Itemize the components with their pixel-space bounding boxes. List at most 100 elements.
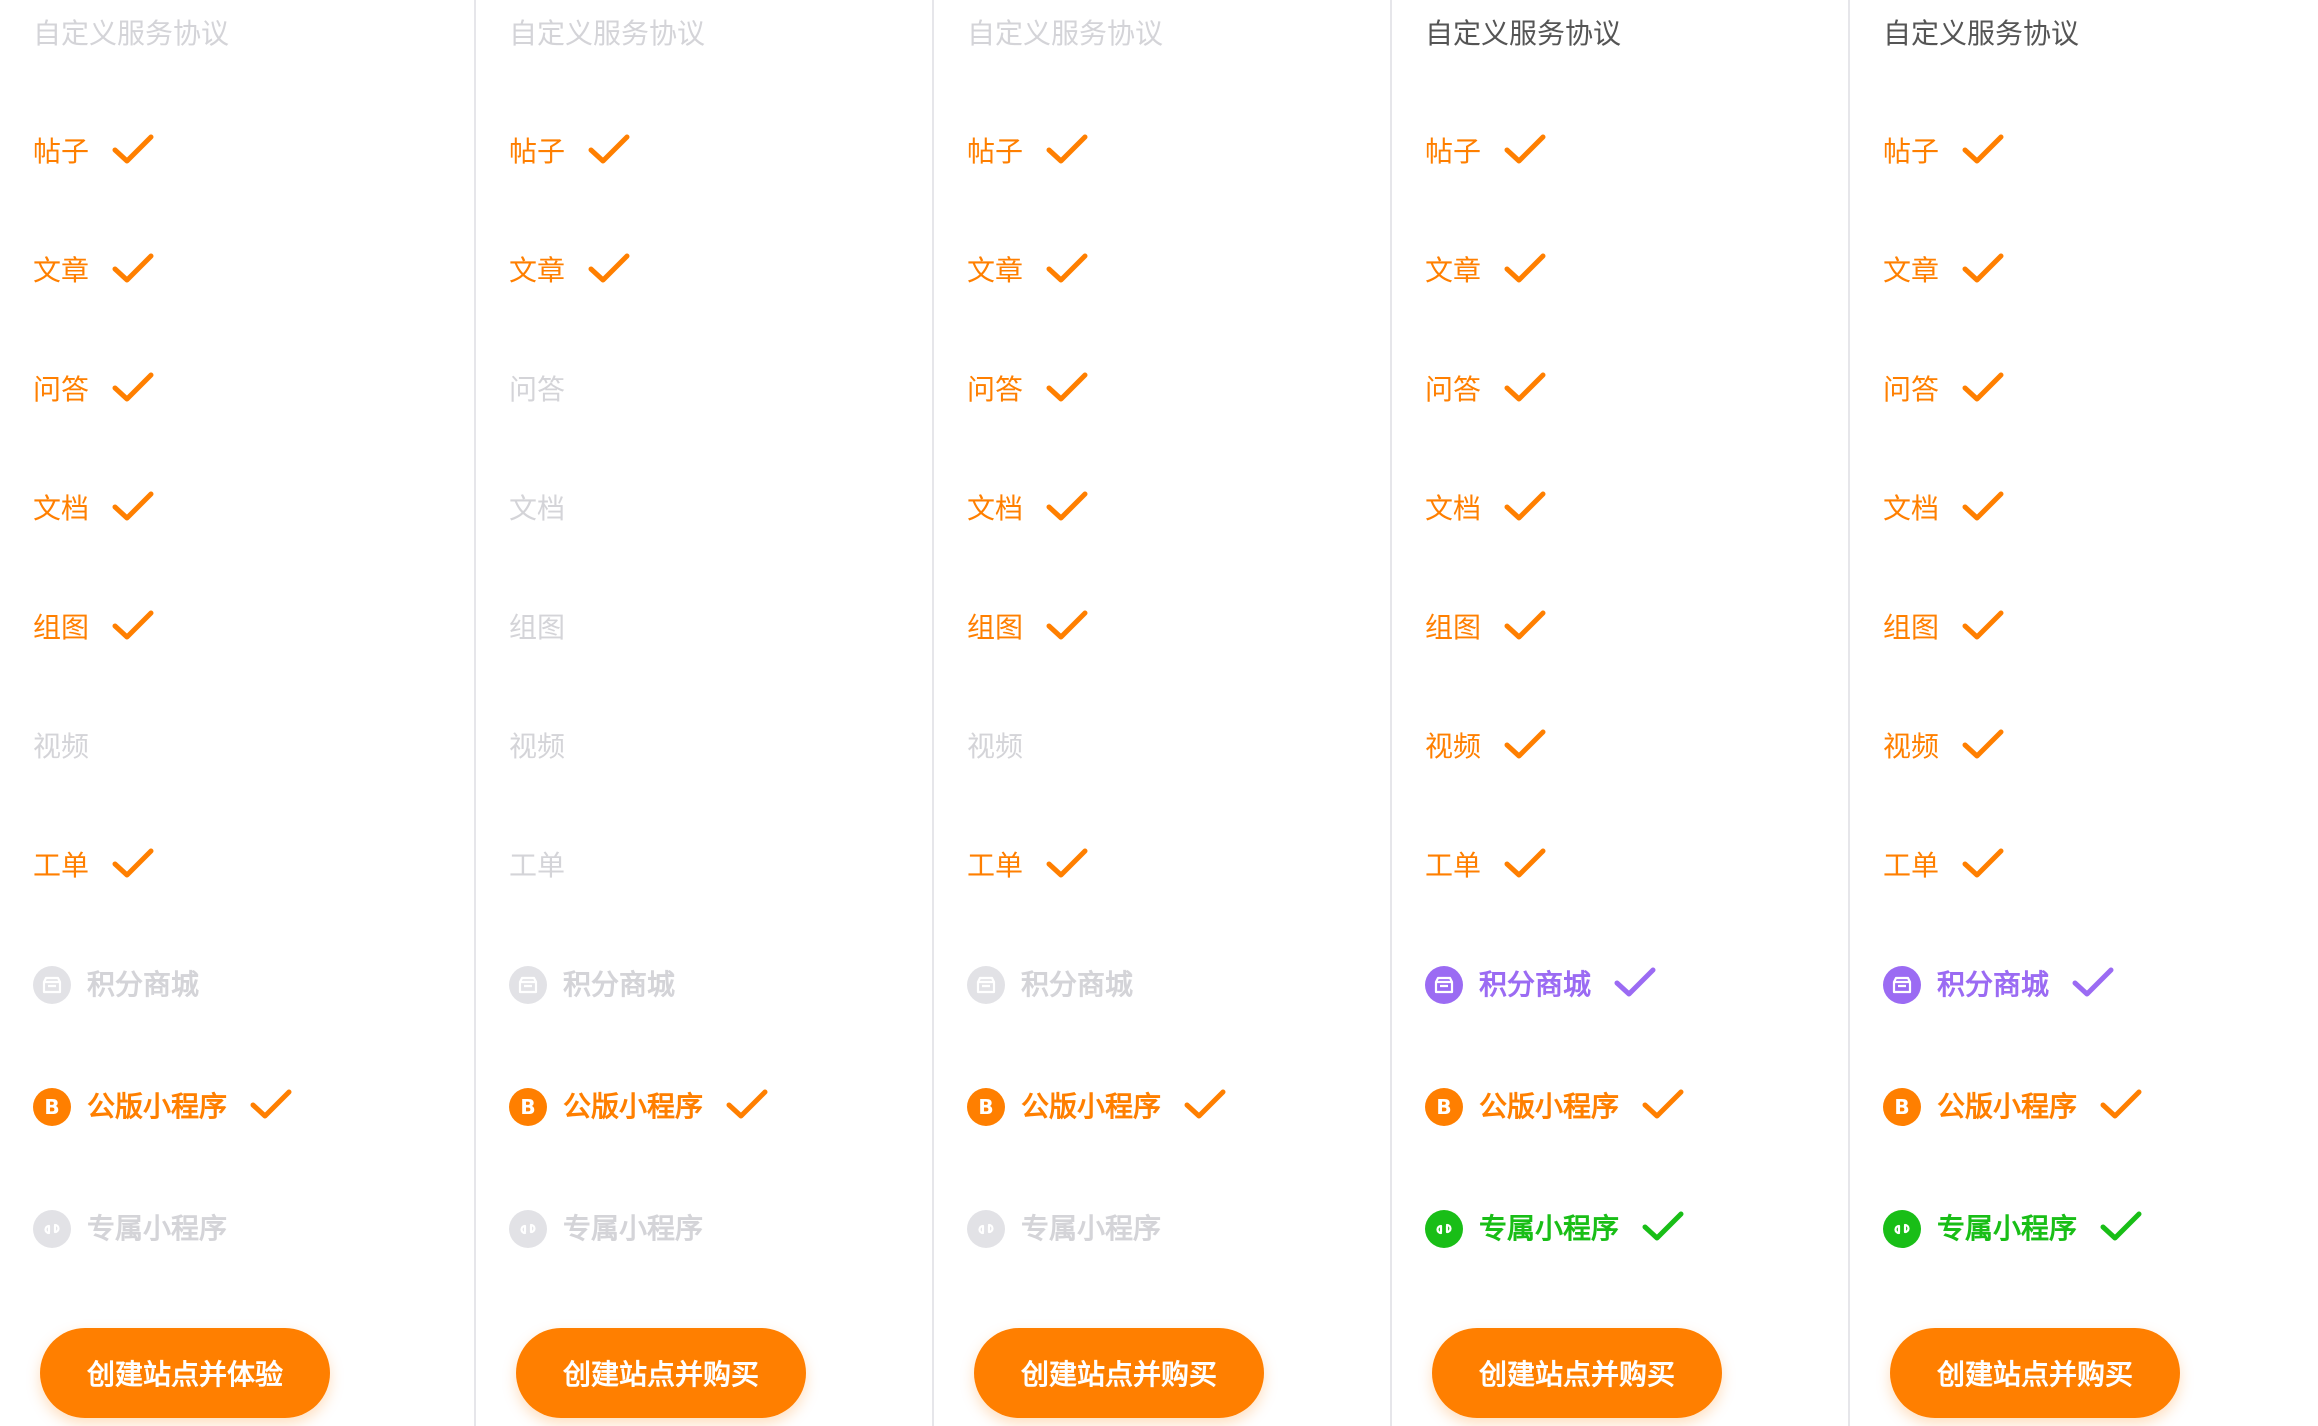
feature-row: 问答 [33, 360, 155, 420]
feature-row: 组图 [33, 598, 155, 658]
feature-row: 工单 [1883, 836, 2005, 896]
check-icon [111, 371, 155, 409]
feature-label: 公版小程序 [1479, 1090, 1620, 1123]
feature-row: 视频 [1425, 717, 1547, 777]
check-icon [1503, 847, 1547, 885]
feature-label: 工单 [967, 849, 1024, 882]
feature-label: 文档 [1425, 492, 1482, 525]
feature-label: 专属小程序 [1021, 1212, 1162, 1245]
plan-column-3: 自定义服务协议 帖子 文章 问答 文档 组图 视频 工单 积分商城 B 公版小程序 专属小程序 创建站点… [932, 0, 1392, 1426]
feature-label: 组图 [1883, 611, 1940, 644]
create-site-button[interactable]: 创建站点并购买 [516, 1328, 806, 1418]
feature-label: 文章 [1883, 254, 1940, 287]
feature-row: 文档 [33, 479, 155, 539]
feature-row: 积分商城 [509, 955, 675, 1015]
feature-row: B 公版小程序 [967, 1077, 1227, 1137]
feature-label: 积分商城 [563, 968, 676, 1001]
feature-row: 视频 [1883, 717, 2005, 777]
feature-label: 积分商城 [1937, 968, 2050, 1001]
check-icon [1961, 252, 2005, 290]
check-icon [111, 490, 155, 528]
feature-label: 专属小程序 [1937, 1212, 2078, 1245]
create-site-button[interactable]: 创建站点并购买 [1890, 1328, 2180, 1418]
feature-label: 视频 [1425, 730, 1482, 763]
svg-text:B: B [520, 1095, 535, 1119]
plan-header-label: 自定义服务协议 [967, 17, 1164, 50]
feature-row: 帖子 [967, 122, 1089, 182]
mini-program-icon [967, 1210, 1005, 1248]
feature-label: 文档 [509, 492, 566, 525]
feature-label: 帖子 [509, 135, 566, 168]
check-icon [1045, 490, 1089, 528]
check-icon [2071, 966, 2115, 1004]
plan-header: 自定义服务协议 [33, 4, 229, 64]
check-icon [111, 252, 155, 290]
feature-row: 文章 [967, 241, 1089, 301]
check-icon [587, 133, 631, 171]
feature-label: 文章 [1425, 254, 1482, 287]
feature-row: 积分商城 [967, 955, 1133, 1015]
feature-row: 问答 [1425, 360, 1547, 420]
mini-program-icon [509, 1210, 547, 1248]
shop-icon [1425, 966, 1463, 1004]
feature-label: 视频 [33, 730, 90, 763]
plan-header-label: 自定义服务协议 [1883, 17, 2080, 50]
feature-row: 文章 [509, 241, 631, 301]
plan-column-4: 自定义服务协议 帖子 文章 问答 文档 组图 视频 工单 积分商城 B 公版小程序 专属小程序 创建站点… [1390, 0, 1850, 1426]
b-icon: B [1425, 1088, 1463, 1126]
feature-row: 文档 [1883, 479, 2005, 539]
feature-row: B 公版小程序 [33, 1077, 293, 1137]
feature-label: 帖子 [1883, 135, 1940, 168]
check-icon [1045, 371, 1089, 409]
feature-label: 工单 [1425, 849, 1482, 882]
feature-label: 文档 [1883, 492, 1940, 525]
feature-row: 帖子 [1883, 122, 2005, 182]
feature-row: 工单 [33, 836, 155, 896]
feature-row: 帖子 [1425, 122, 1547, 182]
feature-label: 组图 [967, 611, 1024, 644]
feature-row: 组图 [1425, 598, 1547, 658]
svg-text:B: B [1894, 1095, 1909, 1119]
check-icon [1503, 490, 1547, 528]
feature-label: 视频 [967, 730, 1024, 763]
feature-label: 文章 [509, 254, 566, 287]
feature-row: 专属小程序 [509, 1199, 703, 1259]
plan-header-label: 自定义服务协议 [33, 17, 230, 50]
create-site-button[interactable]: 创建站点并购买 [1432, 1328, 1722, 1418]
feature-row: 文章 [1425, 241, 1547, 301]
check-icon [111, 847, 155, 885]
feature-label: 公版小程序 [1021, 1090, 1162, 1123]
check-icon [1045, 133, 1089, 171]
feature-label: 帖子 [1425, 135, 1482, 168]
feature-label: 文章 [967, 254, 1024, 287]
feature-label: 帖子 [967, 135, 1024, 168]
svg-text:B: B [978, 1095, 993, 1119]
b-icon: B [33, 1088, 71, 1126]
check-icon [249, 1088, 293, 1126]
feature-label: 帖子 [33, 135, 90, 168]
check-icon [1613, 966, 1657, 1004]
feature-row: 专属小程序 [1425, 1199, 1685, 1259]
feature-label: 问答 [509, 373, 566, 406]
plan-header-label: 自定义服务协议 [1425, 17, 1622, 50]
feature-label: 专属小程序 [1479, 1212, 1620, 1245]
check-icon [111, 133, 155, 171]
check-icon [1641, 1088, 1685, 1126]
feature-row: 文章 [33, 241, 155, 301]
create-site-button[interactable]: 创建站点并购买 [974, 1328, 1264, 1418]
feature-row: 视频 [967, 717, 1023, 777]
b-icon: B [509, 1088, 547, 1126]
feature-label: 问答 [1883, 373, 1940, 406]
check-icon [725, 1088, 769, 1126]
check-icon [1045, 609, 1089, 647]
mini-program-icon [1883, 1210, 1921, 1248]
create-site-button[interactable]: 创建站点并体验 [40, 1328, 330, 1418]
feature-label: 积分商城 [87, 968, 200, 1001]
check-icon [1961, 371, 2005, 409]
plan-header: 自定义服务协议 [1425, 4, 1621, 64]
feature-row: 视频 [33, 717, 89, 777]
feature-label: 积分商城 [1021, 968, 1134, 1001]
feature-label: 视频 [509, 730, 566, 763]
svg-text:B: B [1436, 1095, 1451, 1119]
check-icon [1503, 609, 1547, 647]
